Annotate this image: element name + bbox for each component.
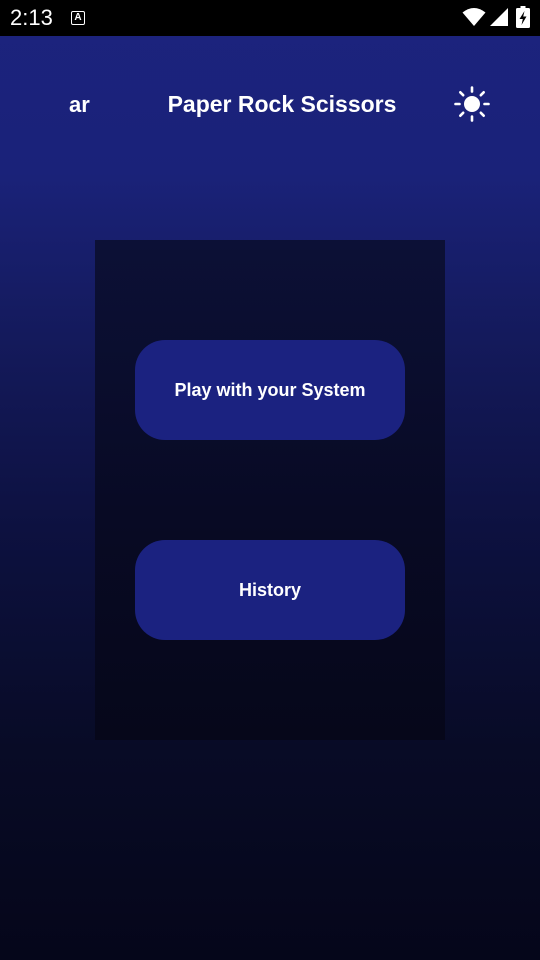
battery-charging-icon [516, 6, 530, 28]
keyboard-notification-icon: A [71, 11, 85, 25]
signal-icon [490, 8, 508, 26]
theme-toggle-button[interactable] [453, 85, 491, 123]
app-screen: 2:13 A ar Paper Rock Scissors Play with … [0, 0, 540, 960]
menu-card: Play with your System History [95, 240, 445, 740]
status-time: 2:13 [10, 5, 53, 30]
play-with-system-button[interactable]: Play with your System [135, 340, 405, 440]
wifi-icon [462, 8, 486, 26]
history-button[interactable]: History [135, 540, 405, 640]
sun-icon [454, 86, 490, 122]
status-bar: 2:13 A [0, 0, 540, 36]
